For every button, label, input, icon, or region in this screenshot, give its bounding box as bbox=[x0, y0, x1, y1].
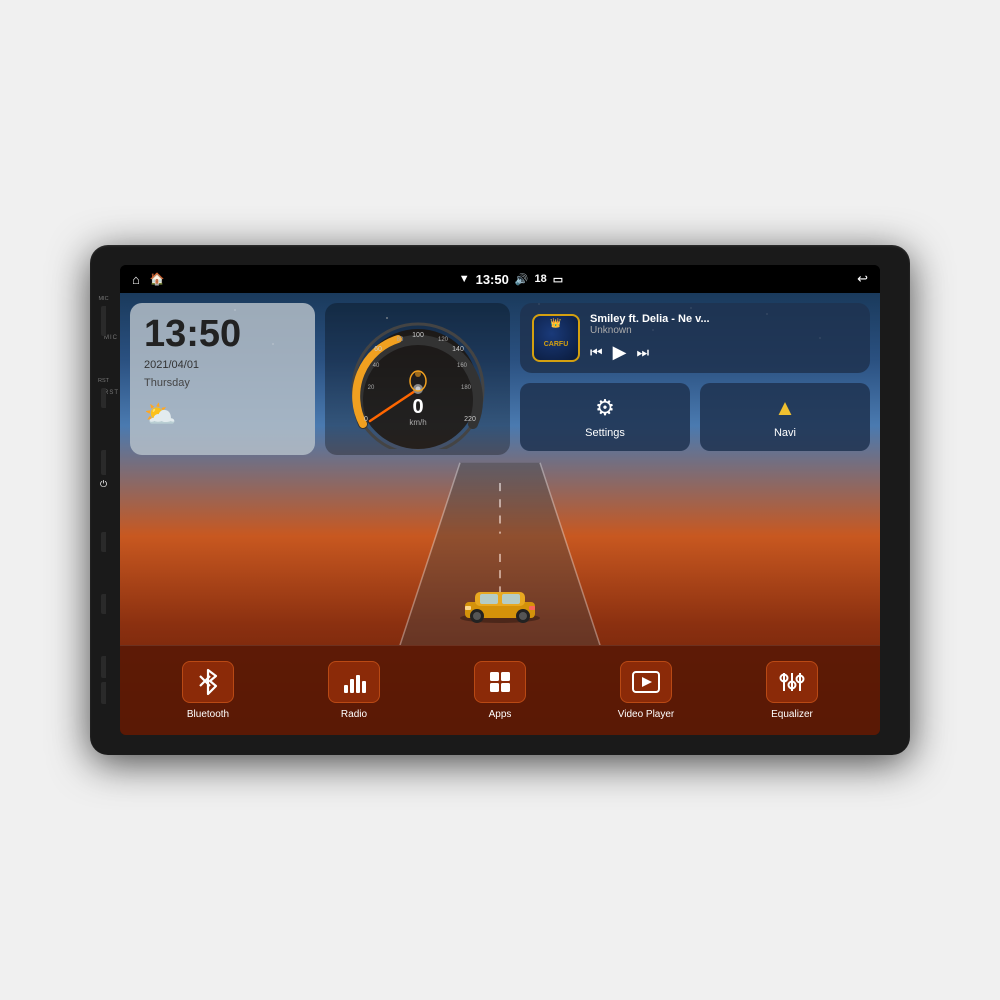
svg-text:160: 160 bbox=[456, 363, 467, 369]
media-controls: ⏮ ▶ ⏭ bbox=[590, 342, 858, 363]
back-button[interactable] bbox=[101, 594, 106, 614]
battery-icon: ▭ bbox=[553, 273, 563, 286]
back-icon[interactable]: ↩ bbox=[857, 271, 868, 287]
svg-text:0: 0 bbox=[364, 416, 368, 423]
power-button[interactable] bbox=[101, 450, 106, 475]
vol-up-button[interactable] bbox=[101, 656, 106, 678]
media-artist: Unknown bbox=[590, 325, 858, 336]
svg-text:120: 120 bbox=[437, 337, 448, 343]
radio-button[interactable]: Radio bbox=[314, 661, 394, 720]
clock-day: Thursday bbox=[144, 377, 301, 389]
bottom-app-bar: Bluetooth Radio bbox=[120, 645, 880, 735]
navi-label: Navi bbox=[774, 427, 796, 439]
equalizer-label: Equalizer bbox=[771, 709, 813, 720]
home-icon[interactable]: ⌂ bbox=[132, 272, 140, 287]
video-icon-wrap bbox=[620, 661, 672, 703]
svg-text:60: 60 bbox=[374, 346, 382, 353]
power-icon: ⏻ bbox=[100, 479, 107, 490]
volume-icon: 🔊 bbox=[515, 273, 529, 286]
equalizer-icon bbox=[779, 670, 805, 694]
svg-text:140: 140 bbox=[452, 346, 464, 353]
mic-label-side: MIC bbox=[98, 296, 108, 302]
main-content: 13:50 2021/04/01 Thursday ⛅ bbox=[120, 293, 880, 735]
apps-icon-wrap bbox=[474, 661, 526, 703]
svg-text:180: 180 bbox=[460, 385, 471, 391]
media-title: Smiley ft. Delia - Ne v... bbox=[590, 313, 858, 325]
navi-button[interactable]: ▲ Navi bbox=[700, 383, 870, 451]
svg-text:40: 40 bbox=[372, 363, 379, 369]
status-center: ▼ 13:50 🔊 18 ▭ bbox=[459, 272, 564, 287]
play-button[interactable]: ▶ bbox=[613, 342, 627, 363]
status-right: ↩ bbox=[857, 271, 868, 287]
mic-button[interactable] bbox=[101, 306, 106, 336]
prev-button[interactable]: ⏮ bbox=[590, 344, 603, 361]
equalizer-button[interactable]: Equalizer bbox=[752, 661, 832, 720]
settings-icon: ⚙ bbox=[595, 395, 615, 421]
apps-label: Apps bbox=[489, 709, 512, 720]
apps-button[interactable]: Apps bbox=[460, 661, 540, 720]
car-unit: MIC RST MIC RST ⏻ ⌂ 🏠 bbox=[90, 245, 910, 755]
vol-down-button[interactable] bbox=[101, 682, 106, 704]
video-player-icon bbox=[632, 671, 660, 693]
speedometer-widget: 0 60 100 140 220 20 40 80 120 160 180 bbox=[325, 303, 510, 455]
house-icon[interactable]: 🏠 bbox=[150, 272, 165, 286]
clock-time: 13:50 bbox=[144, 315, 301, 353]
equalizer-icon-wrap bbox=[766, 661, 818, 703]
home-button[interactable] bbox=[101, 532, 106, 552]
screen: ⌂ 🏠 ▼ 13:50 🔊 18 ▭ ↩ bbox=[120, 265, 880, 735]
clock-date: 2021/04/01 bbox=[144, 359, 301, 371]
rst-button[interactable] bbox=[101, 388, 106, 408]
radio-label: Radio bbox=[341, 709, 367, 720]
media-info: Smiley ft. Delia - Ne v... Unknown ⏮ ▶ ⏭ bbox=[590, 313, 858, 363]
settings-button[interactable]: ⚙ Settings bbox=[520, 383, 690, 451]
action-buttons-row: ⚙ Settings ▲ Navi bbox=[520, 383, 870, 451]
video-player-button[interactable]: Video Player bbox=[606, 661, 686, 720]
rst-label-side: RST bbox=[98, 378, 109, 384]
svg-text:100: 100 bbox=[412, 332, 424, 339]
album-label: CARFU bbox=[544, 341, 569, 348]
next-button[interactable]: ⏭ bbox=[636, 344, 649, 361]
svg-text:220: 220 bbox=[464, 416, 476, 423]
media-player[interactable]: 👑 CARFU Smiley ft. Delia - Ne v... Unkno… bbox=[520, 303, 870, 373]
speedometer-svg: 0 60 100 140 220 20 40 80 120 160 180 bbox=[338, 309, 498, 449]
radio-icon bbox=[342, 671, 366, 693]
status-time: 13:50 bbox=[476, 272, 509, 287]
status-left: ⌂ 🏠 bbox=[132, 272, 165, 287]
bluetooth-button[interactable]: Bluetooth bbox=[168, 661, 248, 720]
apps-icon bbox=[488, 670, 512, 694]
wifi-icon: ▼ bbox=[459, 273, 470, 285]
widgets-row: 13:50 2021/04/01 Thursday ⛅ bbox=[130, 303, 870, 455]
video-player-label: Video Player bbox=[618, 709, 675, 720]
album-art: 👑 CARFU bbox=[532, 314, 580, 362]
car-image bbox=[455, 580, 545, 630]
radio-icon-wrap bbox=[328, 661, 380, 703]
svg-text:80: 80 bbox=[396, 337, 403, 343]
bluetooth-icon-wrap bbox=[182, 661, 234, 703]
svg-text:km/h: km/h bbox=[409, 418, 426, 427]
clock-widget[interactable]: 13:50 2021/04/01 Thursday ⛅ bbox=[130, 303, 315, 455]
status-bar: ⌂ 🏠 ▼ 13:50 🔊 18 ▭ ↩ bbox=[120, 265, 880, 293]
svg-text:20: 20 bbox=[367, 385, 374, 391]
bluetooth-label: Bluetooth bbox=[187, 709, 229, 720]
svg-text:0: 0 bbox=[412, 396, 423, 418]
media-widget: 👑 CARFU Smiley ft. Delia - Ne v... Unkno… bbox=[520, 303, 870, 455]
navi-icon: ▲ bbox=[774, 395, 796, 421]
settings-label: Settings bbox=[585, 427, 625, 439]
bluetooth-icon bbox=[197, 668, 219, 696]
weather-icon: ⛅ bbox=[144, 399, 301, 430]
volume-level: 18 bbox=[535, 273, 547, 285]
